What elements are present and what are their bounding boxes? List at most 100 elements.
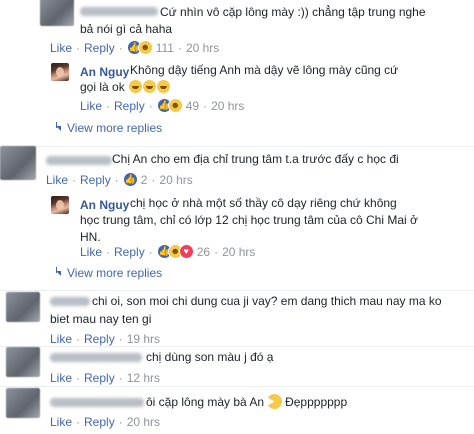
separator: · — [118, 371, 123, 385]
reaction-count[interactable]: 49 — [186, 99, 199, 113]
reply-link[interactable]: Reply — [114, 99, 145, 113]
avatar[interactable] — [6, 292, 40, 322]
view-more-replies[interactable]: View more replies — [56, 121, 162, 135]
commenter-name[interactable]: An Nguy — [80, 65, 129, 79]
comment-actions: Like · Reply · 👍 2 · 20 hrs — [46, 172, 193, 187]
separator: · — [214, 244, 219, 259]
like-link[interactable]: Like — [50, 371, 72, 385]
separator: · — [76, 415, 81, 429]
commenter-name[interactable] — [50, 398, 144, 407]
comment-actions: Like · Reply · 👍 ☻ 49 · 20 hrs — [80, 98, 244, 113]
separator: · — [114, 172, 119, 187]
timestamp[interactable]: 20 hrs — [222, 245, 255, 259]
view-more-replies[interactable]: View more replies — [56, 266, 162, 280]
reaction-summary[interactable]: 👍 ☻ — [126, 40, 153, 55]
haha-emoji — [129, 80, 143, 93]
comment-text: bả nói gì cả haha — [80, 22, 173, 36]
reaction-count[interactable]: 2 — [141, 173, 148, 187]
comment-actions: Like · Reply · 20 hrs — [50, 415, 160, 429]
reaction-summary[interactable]: 👍 ☻ — [156, 98, 183, 113]
view-more-replies-label[interactable]: View more replies — [67, 266, 162, 280]
separator: · — [76, 332, 81, 346]
reaction-summary[interactable]: 👍 ☻ ♥ — [156, 244, 194, 259]
divider — [0, 146, 474, 147]
comment-text: ôi cặp lông mày bà An Đẹppppppp — [146, 391, 348, 412]
haha-icon: ☻ — [167, 98, 183, 113]
avatar[interactable] — [51, 63, 69, 81]
divider — [0, 386, 474, 387]
separator: · — [76, 40, 81, 55]
commenter-name[interactable]: An Nguy — [80, 198, 129, 212]
separator: · — [151, 172, 156, 187]
comment-text: học trung tâm, chỉ có lớp 12 chị học tru… — [80, 213, 418, 227]
commenter-name[interactable] — [46, 156, 112, 165]
like-link[interactable]: Like — [50, 332, 72, 346]
comment-text-part: gọi là ok — [80, 80, 125, 94]
comment-text: gọi là ok — [80, 78, 171, 96]
comment-text: Chị An cho em địa chỉ trung tâm t.a trướ… — [112, 152, 399, 166]
like-link[interactable]: Like — [80, 99, 102, 113]
like-link[interactable]: Like — [80, 245, 102, 259]
comment-text: chi oi, son moi chi dung cua ji vay? em … — [92, 294, 442, 308]
love-icon: ♥ — [178, 244, 194, 259]
divider — [0, 290, 474, 291]
timestamp[interactable]: 19 hrs — [127, 332, 160, 346]
timestamp[interactable]: 20 hrs — [186, 41, 219, 55]
like-icon: 👍 — [122, 172, 138, 187]
haha-icon: ☻ — [137, 40, 153, 55]
separator: · — [72, 172, 77, 187]
comment-text: chị học ở nhà một số thầy cô dạy riêng c… — [130, 196, 397, 210]
separator: · — [106, 244, 111, 259]
avatar[interactable] — [40, 0, 74, 26]
separator: · — [118, 415, 123, 429]
avatar[interactable] — [51, 196, 69, 214]
reply-link[interactable]: Reply — [84, 332, 115, 346]
haha-emoji — [143, 80, 157, 93]
comment-text: Không dậy tiếng Anh mà dậy vẽ lông mày c… — [130, 63, 399, 77]
comment-text-part: ôi cặp lông mày bà An — [146, 395, 265, 409]
commenter-name[interactable] — [50, 297, 90, 306]
reaction-count[interactable]: 26 — [197, 245, 210, 259]
timestamp[interactable]: 12 hrs — [127, 371, 160, 385]
separator: · — [118, 40, 123, 55]
timestamp[interactable]: 20 hrs — [211, 99, 244, 113]
separator: · — [118, 332, 123, 346]
comment-text-part: Đẹppppppp — [285, 395, 348, 409]
comment-text: Cứ nhìn vô cặp lông mày :)) chẳng tập tr… — [160, 5, 426, 19]
comment-actions: Like · Reply · 19 hrs — [50, 332, 160, 346]
separator: · — [106, 98, 111, 113]
pacman-emoji — [264, 391, 285, 412]
separator: · — [177, 40, 182, 55]
reply-link[interactable]: Reply — [84, 415, 115, 429]
separator: · — [148, 98, 153, 113]
commenter-name[interactable] — [80, 7, 158, 16]
reply-link[interactable]: Reply — [114, 245, 145, 259]
avatar[interactable] — [6, 388, 40, 418]
separator: · — [76, 371, 81, 385]
comment-text: chị dùng son màu j đó ạ — [146, 350, 274, 364]
like-link[interactable]: Like — [46, 173, 68, 187]
arrow-down-right-icon — [56, 266, 61, 276]
arrow-down-right-icon — [56, 121, 61, 131]
comment-actions: Like · Reply · 👍 ☻ 111 · 20 hrs — [50, 40, 219, 55]
reply-link[interactable]: Reply — [80, 173, 111, 187]
haha-emoji — [157, 80, 171, 93]
comment-text: biet mau nay ten gi — [50, 312, 152, 326]
view-more-replies-label[interactable]: View more replies — [67, 121, 162, 135]
comment-actions: Like · Reply · 👍 ☻ ♥ 26 · 20 hrs — [80, 244, 255, 259]
separator: · — [148, 244, 153, 259]
divider — [0, 346, 474, 347]
avatar[interactable] — [6, 347, 40, 377]
timestamp[interactable]: 20 hrs — [159, 173, 192, 187]
reply-link[interactable]: Reply — [84, 41, 115, 55]
comment-actions: Like · Reply · 12 hrs — [50, 371, 160, 385]
avatar[interactable] — [0, 146, 36, 180]
separator: · — [203, 98, 208, 113]
reaction-count[interactable]: 111 — [156, 41, 174, 55]
like-link[interactable]: Like — [50, 415, 72, 429]
commenter-name[interactable] — [50, 353, 142, 362]
like-link[interactable]: Like — [50, 41, 72, 55]
reply-link[interactable]: Reply — [84, 371, 115, 385]
reaction-summary[interactable]: 👍 — [122, 172, 138, 187]
timestamp[interactable]: 20 hrs — [127, 415, 160, 429]
